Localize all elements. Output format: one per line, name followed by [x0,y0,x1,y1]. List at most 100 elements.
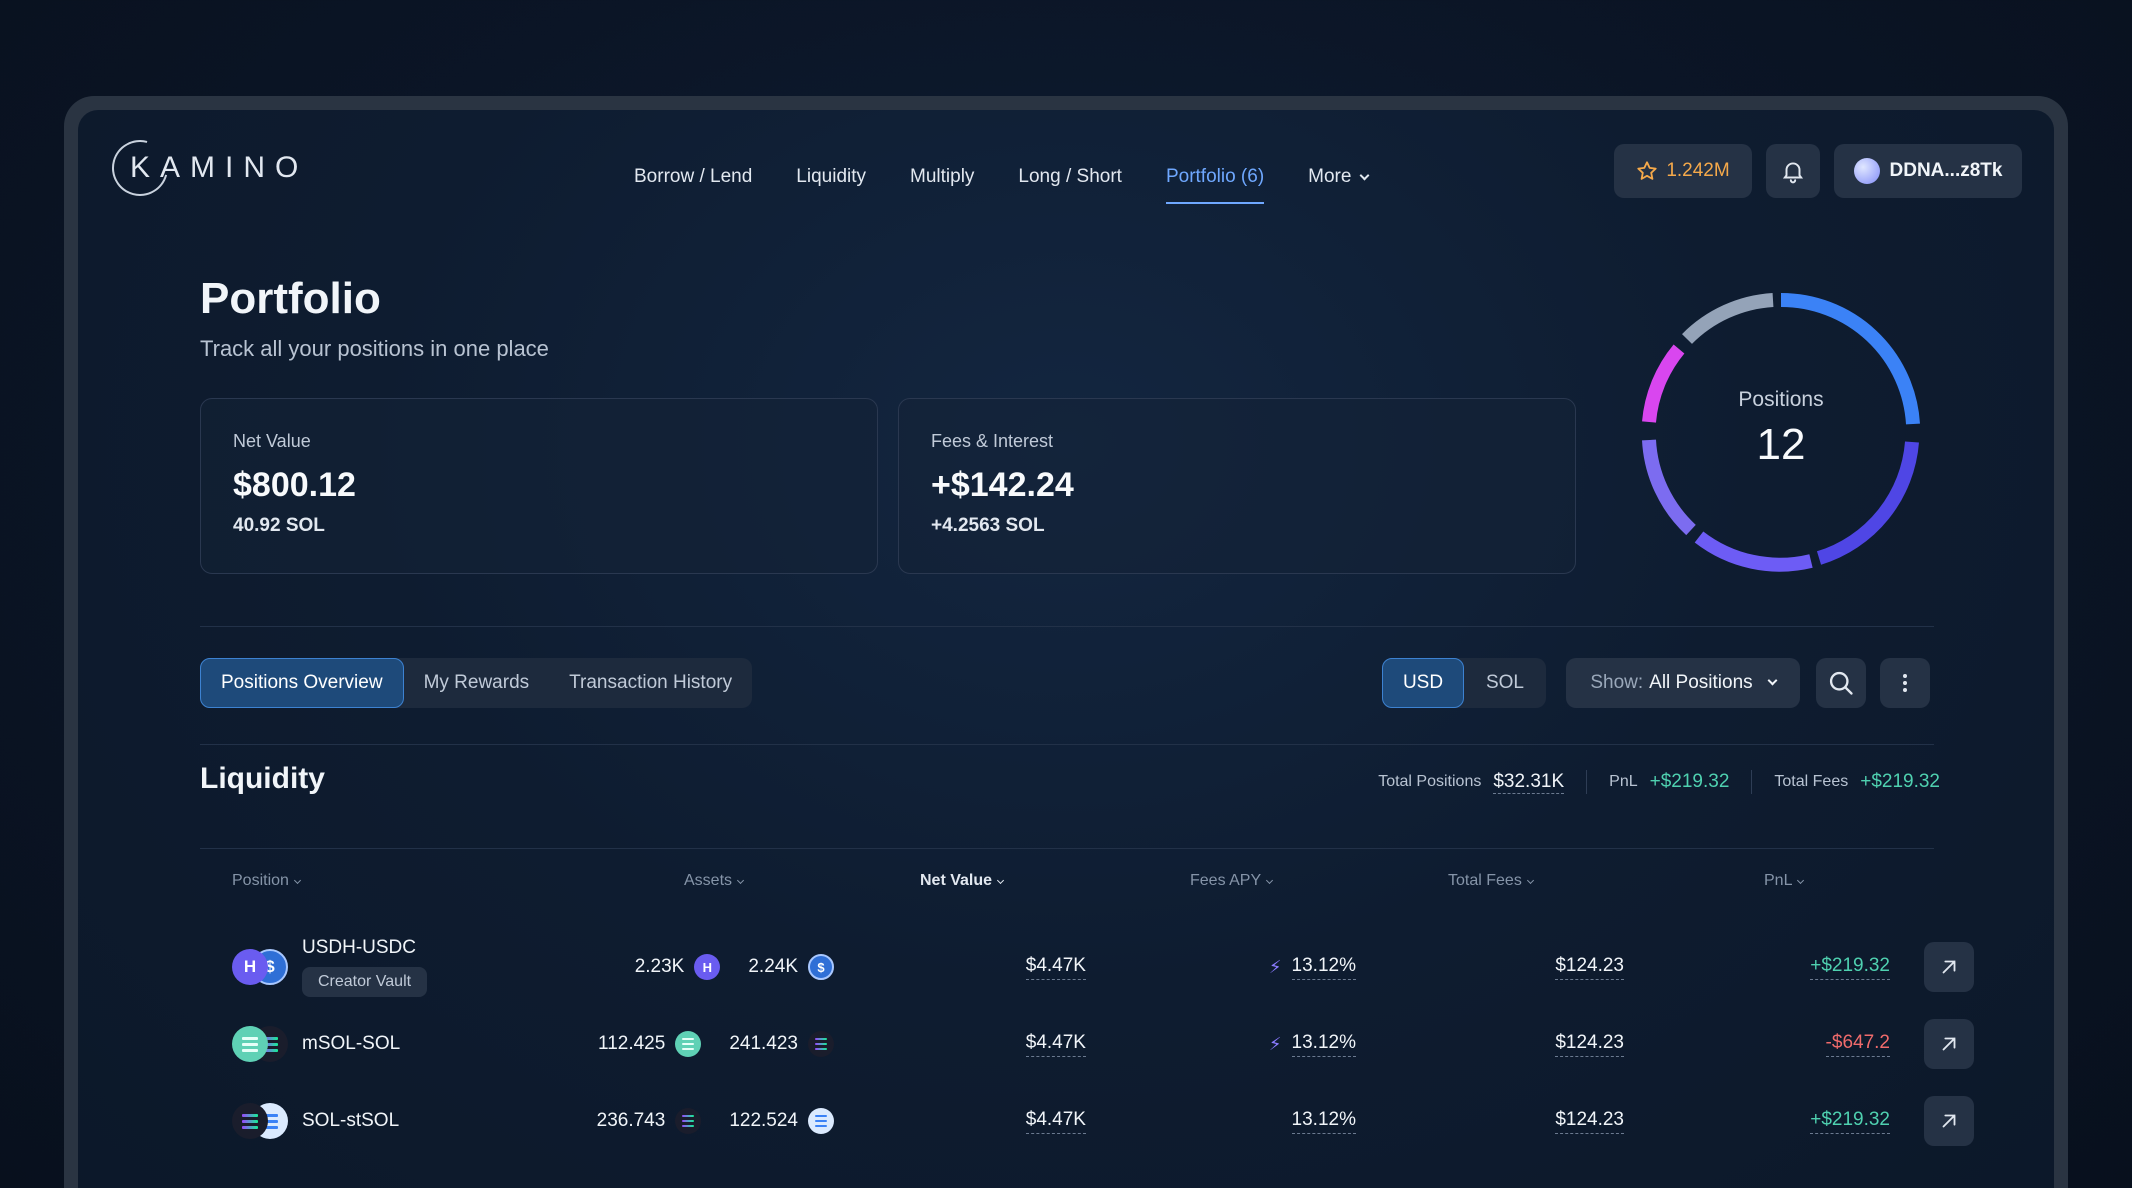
page-subtitle: Track all your positions in one place [200,336,549,361]
sol-icon [808,1031,834,1057]
kamino-logo[interactable]: KAMINO [101,129,298,207]
show-filter-prefix: Show: [1590,672,1644,693]
show-filter-dropdown[interactable]: Show: All Positions [1566,658,1800,708]
tab-positions-overview[interactable]: Positions Overview [200,658,404,708]
position-name: SOL-stSOL [302,1110,400,1131]
pnl-cell: +$219.32 [1638,932,1890,1002]
nav-borrow-lend[interactable]: Borrow / Lend [634,166,752,204]
position-name-cell: USDH-USDC Creator Vault [302,922,428,1012]
portfolio-tabs: Positions Overview My Rewards Transactio… [200,658,753,708]
open-cell [1924,1009,1974,1079]
asset-b-amount: 2.24K [748,956,798,977]
fees-apy-cell: ⚡︎ 13.12% [1158,932,1356,1002]
nav-more[interactable]: More [1308,166,1370,204]
column-label: PnL [1764,872,1793,889]
chevron-down-icon [1767,675,1778,685]
donut-segment [1682,293,1774,345]
arrow-up-right-icon [1942,1037,1956,1051]
tab-transaction-history[interactable]: Transaction History [549,658,752,708]
asset-a-amount: 112.425 [598,1033,666,1054]
fees-interest-card: Fees & Interest +$142.24 +4.2563 SOL [898,398,1576,574]
stat-separator [1586,770,1588,794]
net-value-cell: $4.47K [904,932,1086,1002]
stat-pnl: PnL +$219.32 [1609,771,1729,793]
total-fees-cell: $124.23 [1378,932,1624,1002]
sol-icon [232,1103,268,1139]
table-row[interactable]: SOL-stSOL 236.743 122.524 $4.47K 13.12% … [78,1086,2054,1156]
stat-value: +$219.32 [1649,771,1730,792]
pnl-value: +$219.32 [1810,955,1890,980]
chevron-down-icon [1360,170,1370,181]
usdh-icon: H [694,954,721,980]
table-row[interactable]: $ H USDH-USDC Creator Vault 2.23K H 2.24… [78,932,2054,1002]
wallet-address: DDNA...z8Tk [1889,160,2003,181]
notifications-button[interactable] [1766,144,1820,198]
position-name-cell: mSOL-SOL [302,1009,400,1079]
column-label: Position [232,872,289,889]
sol-icon [675,1108,702,1134]
stat-label: PnL [1609,773,1638,790]
nav-liquidity[interactable]: Liquidity [796,166,866,204]
column-label: Fees APY [1190,872,1262,889]
open-cell [1924,932,1974,1002]
nav-multiply[interactable]: Multiply [910,166,974,204]
total-fees: $124.23 [1555,955,1624,980]
pnl-value: -$647.2 [1825,1032,1890,1057]
token-pair-icon: $ H [232,949,288,985]
wallet-button[interactable]: DDNA...z8Tk [1834,144,2022,198]
chevron-down-icon [736,876,745,885]
donut-value: 12 [1756,420,1806,469]
net-value: $4.47K [1025,955,1086,980]
usdh-icon: H [232,949,268,985]
total-fees-cell: $124.23 [1378,1086,1624,1156]
nav-label: Multiply [910,166,975,187]
column-header-fees-apy[interactable]: Fees APY [1190,872,1274,890]
fees-apy-cell: ⚡︎ 13.12% [1158,1009,1356,1079]
open-position-button[interactable] [1924,942,1974,992]
assets-cell: 112.425 241.423 [554,1009,834,1079]
assets-cell: 236.743 122.524 [554,1086,834,1156]
chevron-down-icon [1266,876,1274,885]
currency-usd[interactable]: USD [1382,658,1464,708]
position-name: mSOL-SOL [302,1033,401,1054]
device-frame: KAMINO Borrow / Lend Liquidity Multiply … [64,96,2068,1188]
chevron-down-icon [1526,876,1534,885]
liquidity-stats: Total Positions $32.31K PnL +$219.32 Tot… [1378,770,1940,794]
open-position-button[interactable] [1924,1019,1974,1069]
fees-apy: 13.12% [1291,1109,1356,1134]
asset-b-amount: 122.524 [729,1110,798,1131]
nav-long-short[interactable]: Long / Short [1018,166,1122,204]
position-name-cell: SOL-stSOL [302,1086,399,1156]
star-icon [1637,161,1657,180]
divider [200,626,1934,627]
more-options-button[interactable] [1880,658,1930,708]
position-cell [232,1009,288,1079]
open-position-button[interactable] [1924,1096,1974,1146]
tab-my-rewards[interactable]: My Rewards [404,658,550,708]
search-button[interactable] [1816,658,1866,708]
stat-total-positions: Total Positions $32.31K [1378,770,1565,794]
creator-vault-tag: Creator Vault [302,967,428,997]
stat-value: $32.31K [1493,770,1565,794]
currency-toggle: USD SOL [1382,658,1546,708]
table-row[interactable]: mSOL-SOL 112.425 241.423 $4.47K ⚡︎ 13.12… [78,1009,2054,1079]
currency-sol[interactable]: SOL [1464,658,1546,708]
points-button[interactable]: 1.242M [1614,144,1752,198]
column-header-net-value[interactable]: Net Value [920,872,1005,890]
show-filter-value: All Positions [1649,672,1753,693]
open-cell [1924,1086,1974,1156]
net-value-cell: $4.47K [904,1086,1086,1156]
bell-icon [1782,162,1804,184]
donut-segment [1694,531,1813,572]
card-label: Fees & Interest [931,431,1054,451]
nav-portfolio[interactable]: Portfolio (6) [1165,166,1265,204]
msol-icon [675,1031,702,1057]
column-header-position[interactable]: Position [232,872,301,890]
total-fees: $124.23 [1555,1032,1624,1057]
wallet-avatar [1853,158,1880,184]
column-header-assets[interactable]: Assets [684,872,745,890]
column-header-total-fees[interactable]: Total Fees [1448,872,1534,890]
column-header-pnl[interactable]: PnL [1764,872,1805,890]
stat-total-fees: Total Fees +$219.32 [1774,771,1940,793]
lightning-icon: ⚡︎ [1268,956,1282,977]
